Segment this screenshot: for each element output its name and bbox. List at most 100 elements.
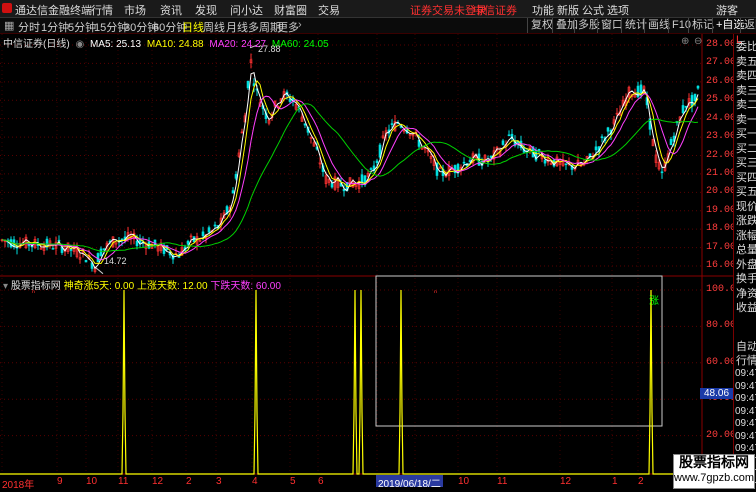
candle-body	[438, 167, 442, 169]
watermark-logo: 股票指标网 www.7gpzb.com	[673, 454, 755, 489]
indicator-source: 股票指标网	[10, 281, 61, 292]
candle-body	[669, 138, 673, 146]
chevron-right-icon[interactable]: ›	[298, 19, 302, 31]
settings-icon[interactable]: ◉	[75, 39, 84, 50]
menu-shichang[interactable]: 市场	[124, 2, 146, 18]
candle-body	[696, 85, 700, 89]
price-tick: 21.00	[706, 167, 737, 179]
time-tick: 1	[612, 476, 618, 487]
candle-body	[369, 168, 373, 170]
time-tick: 6	[318, 476, 324, 487]
candle-body	[639, 84, 643, 94]
indicator-value-3: 下跌天数: 60.00	[210, 281, 281, 292]
time-tick: 10	[458, 476, 470, 487]
cursor-value-box: 48.06	[700, 388, 733, 399]
candle-body	[690, 95, 694, 107]
quote-panel: L 委比 卖五 卖四 卖三 卖二 卖一 买一 买二 买三 买四 买五 现价 涨跌 涨幅 总量 外盘 换手 净资 收益…	[733, 34, 756, 492]
period-toolbar: ▦ 分时 1分钟 5分钟 15分钟 30分钟 60分钟 日线 周线 月线 多周期…	[0, 18, 756, 34]
app-title: 通达信金融终端	[15, 5, 92, 17]
time-tick: 9	[57, 476, 63, 487]
candle-body	[231, 190, 235, 194]
period-daily[interactable]: 日线	[182, 19, 204, 35]
price-tick: 20.00	[706, 186, 737, 198]
candle-body	[51, 248, 55, 250]
time-tick: 11	[118, 476, 129, 487]
price-tick: 26.00	[706, 75, 737, 87]
menu-xuanxiang[interactable]: 选项	[607, 2, 629, 18]
time-tick: 12	[560, 476, 572, 487]
candle-body	[84, 260, 88, 263]
candle-body	[375, 160, 379, 163]
menu-zixun[interactable]: 资讯	[160, 2, 182, 18]
time-tick: 5	[290, 476, 296, 487]
indicator-legend: ▾ 股票指标网 神奇涨5天: 0.00 上涨天数: 12.00 下跌天数: 60…	[3, 277, 281, 292]
indicator-value-1: 神奇涨5天: 0.00	[63, 281, 135, 292]
candle-body	[135, 240, 139, 247]
indicator-value-2: 上涨天数: 12.00	[136, 281, 208, 292]
trade-time: 09:47	[735, 430, 756, 442]
menu-wenxiaoda[interactable]: 问小达	[230, 2, 263, 18]
zoom-in-icon[interactable]: ⊕	[681, 36, 689, 47]
candle-body	[693, 93, 697, 102]
grid-icon[interactable]: ▦	[4, 19, 14, 32]
watermark-name: 股票指标网	[679, 455, 749, 471]
menu-jiaoyi[interactable]: 交易	[318, 2, 340, 18]
price-tick: 27.00	[706, 57, 737, 69]
indicator-menu-icon[interactable]: ▾	[3, 281, 8, 292]
candle-body	[102, 248, 106, 250]
price-tick: 17.00	[706, 241, 737, 253]
candle-body	[489, 155, 493, 158]
trade-time: 09:47	[735, 405, 756, 417]
period-fenshi[interactable]: 分时	[18, 19, 40, 35]
candle-body	[213, 224, 217, 227]
candle-body	[246, 80, 250, 89]
menu-gongneng[interactable]: 功能	[532, 2, 554, 18]
candle-body	[507, 134, 511, 137]
quote-row-label: 收益	[736, 302, 756, 314]
menu-gongshi[interactable]: 公式	[582, 2, 604, 18]
user-label[interactable]: 游客	[716, 2, 738, 18]
candle-body	[201, 231, 205, 237]
market-label: 行情	[736, 355, 756, 367]
time-tick: 2	[186, 476, 192, 487]
candle-body	[186, 240, 190, 245]
period-monthly[interactable]: 月线	[226, 19, 248, 35]
high-price-label: 27.88	[258, 44, 281, 54]
candle-body	[660, 171, 664, 174]
candle-body	[360, 174, 364, 184]
ma-line	[1, 72, 699, 270]
indicator-tick: 80.00	[706, 320, 737, 332]
indicator-line	[0, 289, 702, 475]
time-tick: 4	[252, 476, 258, 487]
menu-xinban[interactable]: 新版	[557, 2, 579, 18]
period-5min[interactable]: 5分钟	[68, 19, 96, 35]
trade-time: 09:47	[735, 368, 756, 379]
menu-faxian[interactable]: 发现	[195, 2, 217, 18]
cursor-date: 2019/06/18/二	[376, 475, 443, 490]
ma10-value: MA10: 24.88	[146, 39, 204, 50]
trade-time: 09:47	[735, 393, 756, 404]
price-tick: 24.00	[706, 112, 737, 124]
period-more[interactable]: 更多	[277, 19, 299, 35]
period-1min[interactable]: 1分钟	[41, 19, 69, 35]
time-tick: 11	[497, 476, 508, 487]
rise-marker: 涨	[649, 296, 659, 307]
candle-body	[543, 159, 547, 164]
price-tick: 25.00	[706, 94, 737, 106]
candle-body	[501, 140, 505, 145]
candle-body	[594, 146, 598, 151]
menu-caifuquan[interactable]: 财富圈	[274, 2, 307, 18]
low-price-label: 14.72	[104, 256, 127, 266]
candle-body	[564, 163, 568, 166]
period-weekly[interactable]: 周线	[203, 19, 225, 35]
broker-name: 中信证券	[473, 5, 517, 17]
low-pointer	[95, 267, 104, 275]
ma5-value: MA5: 25.13	[89, 39, 142, 50]
back-button[interactable]: 返回	[740, 18, 756, 33]
indicator-tick: 60.00	[706, 356, 737, 368]
menu-hangqing[interactable]: 行情	[91, 2, 113, 18]
indicator-tick: 20.00	[706, 429, 737, 441]
candle-body	[207, 227, 211, 233]
zoom-out-icon[interactable]: ⊖	[694, 36, 702, 47]
candle-body	[330, 183, 334, 188]
